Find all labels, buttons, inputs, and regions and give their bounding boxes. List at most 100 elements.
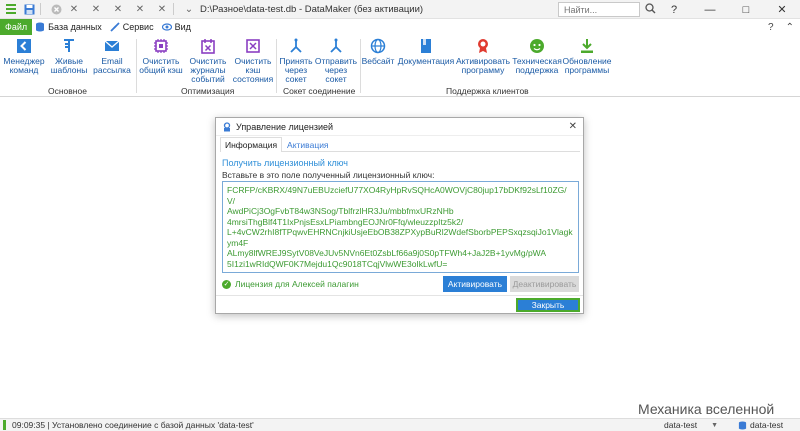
stop-icon[interactable]	[49, 2, 63, 16]
ribbon-button-label: Техническая поддержка	[512, 56, 562, 75]
dialog-title: Управление лицензией	[236, 121, 334, 132]
title-bar: ✕ ✕ ✕ ✕ ✕ ⌄ D:\Разное\data-test.db - Dat…	[0, 0, 800, 19]
menu-database[interactable]: База данных	[32, 19, 107, 35]
dialog-tabs: Информация Активация	[220, 137, 580, 152]
website-button[interactable]: Вебсайт	[360, 37, 396, 66]
menu-database-label: База данных	[48, 22, 102, 32]
license-status: ✓ Лицензия для Алексей палагин	[222, 279, 359, 289]
clear-cache-button[interactable]: Очистить общий кэш	[138, 37, 184, 75]
clear-log-icon	[199, 37, 217, 55]
award-icon	[474, 37, 492, 55]
ribbon-button-label: Отправить через сокет	[314, 56, 358, 84]
globe-icon	[369, 37, 387, 55]
socket-send-icon	[327, 37, 345, 55]
ribbon-button-label: Документация	[397, 56, 455, 66]
menu-view[interactable]: Вид	[159, 19, 196, 35]
cancel-icon[interactable]: ✕	[67, 2, 81, 16]
activate-button[interactable]: Активировать	[443, 276, 507, 292]
menu-file[interactable]: Файл	[0, 19, 33, 35]
update-program-button[interactable]: Обновление программы	[562, 37, 612, 75]
database-selector[interactable]: data-test ▼	[664, 420, 718, 430]
ribbon-separator	[136, 39, 137, 93]
save-icon[interactable]	[22, 2, 36, 16]
cancel-icon[interactable]: ✕	[133, 2, 147, 16]
menu-service-label: Сервис	[122, 22, 154, 32]
documentation-button[interactable]: Документация	[396, 37, 456, 66]
clear-logs-button[interactable]: Очистить журналы событий	[186, 37, 230, 84]
ribbon-button-label: Живые шаблоны	[50, 56, 88, 75]
group-label-main: Основное	[48, 86, 87, 96]
chevron-up-icon[interactable]: ⌃	[786, 22, 794, 33]
cancel-icon[interactable]: ✕	[89, 2, 103, 16]
ribbon-button-label: Обновление программы	[562, 56, 612, 75]
eye-icon	[161, 22, 172, 32]
license-key-textarea[interactable]: FCRFP/cKBRX/49N7uEBUzciefU77XO4RyHpRvSQH…	[222, 181, 579, 273]
email-button[interactable]: Email рассылка	[92, 37, 132, 75]
status-bar: 09:09:35 | Установлено соединение с базо…	[0, 418, 800, 431]
window-controls: ? — □ ✕	[656, 0, 800, 19]
database-indicator: data-test	[738, 420, 783, 430]
menu-view-label: Вид	[174, 22, 191, 32]
ribbon-button-label: Очистить журналы событий	[189, 56, 227, 84]
dialog-footer-separator	[216, 295, 583, 296]
socket-send-button[interactable]: Отправить через сокет	[314, 37, 358, 84]
field-hint: Вставьте в это поле полученный лицензион…	[222, 170, 435, 180]
database-icon	[35, 22, 45, 32]
status-message: 09:09:35 | Установлено соединение с базо…	[12, 420, 254, 430]
app-menu-icon[interactable]	[4, 2, 18, 16]
ribbon-button-label: Очистить кэш состояния	[232, 56, 274, 84]
license-dialog: Управление лицензией ✕ Информация Актива…	[215, 117, 584, 314]
section-heading: Получить лицензионный ключ	[222, 158, 348, 168]
tab-information[interactable]: Информация	[220, 137, 283, 152]
ribbon: Менеджер команд Живые шаблоны Email расс…	[0, 35, 800, 97]
check-circle-icon: ✓	[222, 279, 231, 289]
menu-bar: Файл База данных Сервис Вид ? ⌃	[0, 19, 800, 35]
status-indicator	[3, 420, 6, 430]
wrench-icon	[110, 22, 120, 32]
help-icon[interactable]: ?	[768, 22, 774, 33]
email-icon	[103, 37, 121, 55]
window-title: D:\Разное\data-test.db - DataMaker (без …	[200, 3, 424, 15]
group-label-optimization: Оптимизация	[181, 86, 235, 96]
database-indicator-label: data-test	[750, 420, 784, 430]
dialog-title-bar: Управление лицензией	[216, 118, 583, 136]
menu-service[interactable]: Сервис	[107, 19, 159, 35]
activate-program-button[interactable]: Активировать программу	[456, 37, 510, 75]
command-manager-icon	[15, 37, 33, 55]
cancel-icon[interactable]: ✕	[155, 2, 169, 16]
ribbon-button-label: Вебсайт	[361, 56, 395, 66]
clear-state-button[interactable]: Очистить кэш состояния	[232, 37, 274, 84]
close-window-button[interactable]: ✕	[764, 0, 800, 19]
ribbon-button-label: Менеджер команд	[3, 56, 45, 75]
tab-activation[interactable]: Активация	[282, 137, 334, 152]
license-status-text: Лицензия для Алексей палагин	[235, 279, 359, 289]
database-selector-value: data-test	[664, 420, 698, 430]
help-button[interactable]: ?	[656, 0, 692, 19]
maximize-button[interactable]: □	[728, 0, 764, 19]
search-input[interactable]	[558, 2, 640, 17]
clear-state-icon	[244, 37, 262, 55]
download-icon	[578, 37, 596, 55]
toolbar-separator	[40, 3, 41, 15]
chevron-down-icon[interactable]: ⌄	[182, 2, 196, 16]
dialog-close-icon[interactable]: ✕	[569, 121, 577, 132]
book-icon	[417, 37, 435, 55]
deactivate-button[interactable]: Деактивировать	[510, 276, 579, 292]
support-icon	[528, 37, 546, 55]
group-label-support: Поддержка клиентов	[446, 86, 529, 96]
close-button[interactable]: Закрыть	[516, 298, 580, 312]
socket-receive-button[interactable]: Принять через сокет	[278, 37, 314, 84]
socket-receive-icon	[287, 37, 305, 55]
toolbar-separator	[173, 3, 174, 15]
key-icon	[222, 121, 232, 132]
dropdown-arrow-icon: ▼	[711, 421, 719, 429]
command-manager-button[interactable]: Менеджер команд	[2, 37, 46, 75]
group-label-socket: Сокет соединение	[283, 86, 356, 96]
database-icon	[738, 420, 747, 430]
cpu-icon	[152, 37, 170, 55]
live-templates-button[interactable]: Живые шаблоны	[50, 37, 88, 75]
minimize-button[interactable]: —	[692, 0, 728, 19]
live-templates-icon	[60, 37, 78, 55]
cancel-icon[interactable]: ✕	[111, 2, 125, 16]
tech-support-button[interactable]: Техническая поддержка	[512, 37, 562, 75]
